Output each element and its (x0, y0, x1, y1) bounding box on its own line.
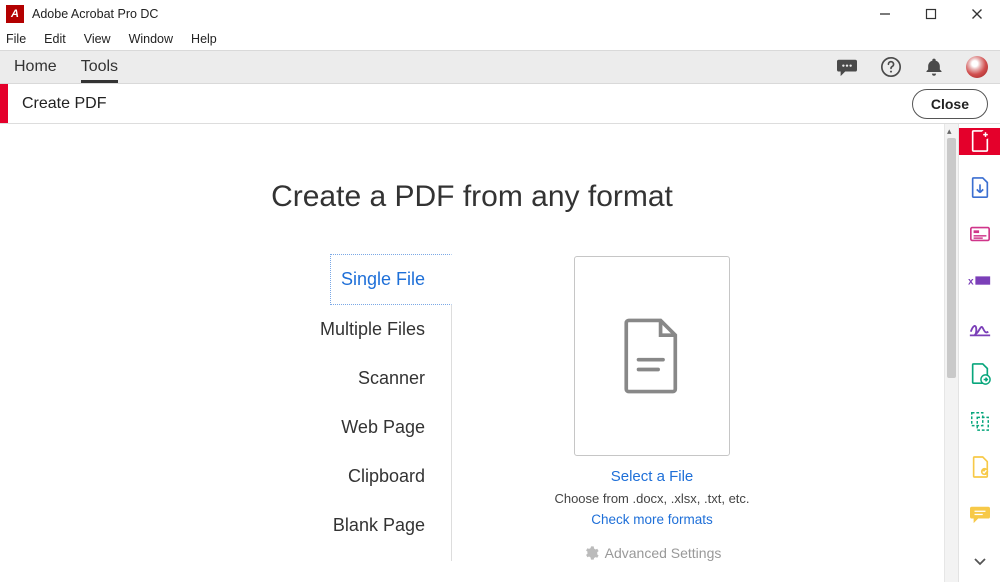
main-content: Create a PDF from any format Single File… (0, 124, 944, 582)
option-scanner[interactable]: Scanner (348, 354, 451, 403)
menu-file[interactable]: File (6, 32, 26, 46)
rail-export-pdf-icon[interactable] (959, 175, 1000, 202)
scroll-up-icon[interactable]: ▴ (947, 126, 952, 137)
rail-send-review-icon[interactable] (959, 361, 1000, 388)
gear-icon (583, 545, 599, 561)
bell-icon[interactable] (924, 56, 944, 78)
menu-bar: File Edit View Window Help (0, 28, 1000, 50)
rail-edit-pdf-icon[interactable] (959, 221, 1000, 248)
window-title: Adobe Acrobat Pro DC (32, 7, 158, 21)
right-tool-rail: x (958, 124, 1000, 582)
menu-help[interactable]: Help (191, 32, 217, 46)
tabs-bar: Home Tools (0, 50, 1000, 84)
source-options-list: Single File Multiple Files Scanner Web P… (152, 254, 452, 561)
rail-redact-icon[interactable]: x (959, 268, 1000, 295)
rail-compare-icon[interactable] (959, 408, 1000, 435)
scrollbar-thumb[interactable] (947, 138, 956, 378)
window-minimize-button[interactable] (862, 0, 908, 28)
vertical-scrollbar[interactable]: ▴ (944, 124, 958, 582)
option-blank-page[interactable]: Blank Page (323, 501, 451, 550)
help-icon[interactable] (880, 56, 902, 78)
file-types-hint: Choose from .docx, .xlsx, .txt, etc. (554, 491, 749, 506)
option-web-page[interactable]: Web Page (331, 403, 451, 452)
tool-header-accent (0, 84, 8, 123)
tab-home[interactable]: Home (14, 51, 57, 83)
rail-create-pdf-icon[interactable] (959, 128, 1000, 155)
option-single-file[interactable]: Single File (330, 254, 452, 305)
notifications-icon[interactable] (836, 57, 858, 77)
option-multiple-files[interactable]: Multiple Files (310, 305, 451, 354)
tab-tools[interactable]: Tools (81, 51, 118, 83)
close-button[interactable]: Close (912, 89, 988, 119)
tool-header-title: Create PDF (22, 95, 106, 113)
select-file-link[interactable]: Select a File (611, 468, 694, 485)
menu-window[interactable]: Window (129, 32, 173, 46)
rail-expand-icon[interactable] (959, 547, 1000, 574)
window-titlebar: A Adobe Acrobat Pro DC (0, 0, 1000, 28)
tool-header: Create PDF Close (0, 84, 1000, 124)
rail-sign-icon[interactable] (959, 314, 1000, 341)
option-clipboard[interactable]: Clipboard (338, 452, 451, 501)
window-close-button[interactable] (954, 0, 1000, 28)
svg-text:x: x (968, 277, 974, 288)
document-icon (621, 318, 683, 394)
check-more-formats-link[interactable]: Check more formats (591, 512, 713, 527)
page-heading: Create a PDF from any format (0, 180, 944, 214)
menu-view[interactable]: View (84, 32, 111, 46)
app-logo-icon: A (6, 5, 24, 23)
menu-edit[interactable]: Edit (44, 32, 66, 46)
user-avatar[interactable] (966, 56, 988, 78)
rail-stamp-icon[interactable] (959, 454, 1000, 481)
file-dropzone[interactable] (574, 256, 730, 456)
advanced-settings-label: Advanced Settings (605, 545, 722, 561)
rail-comment-icon[interactable] (959, 501, 1000, 528)
window-maximize-button[interactable] (908, 0, 954, 28)
advanced-settings-button[interactable]: Advanced Settings (583, 545, 722, 561)
